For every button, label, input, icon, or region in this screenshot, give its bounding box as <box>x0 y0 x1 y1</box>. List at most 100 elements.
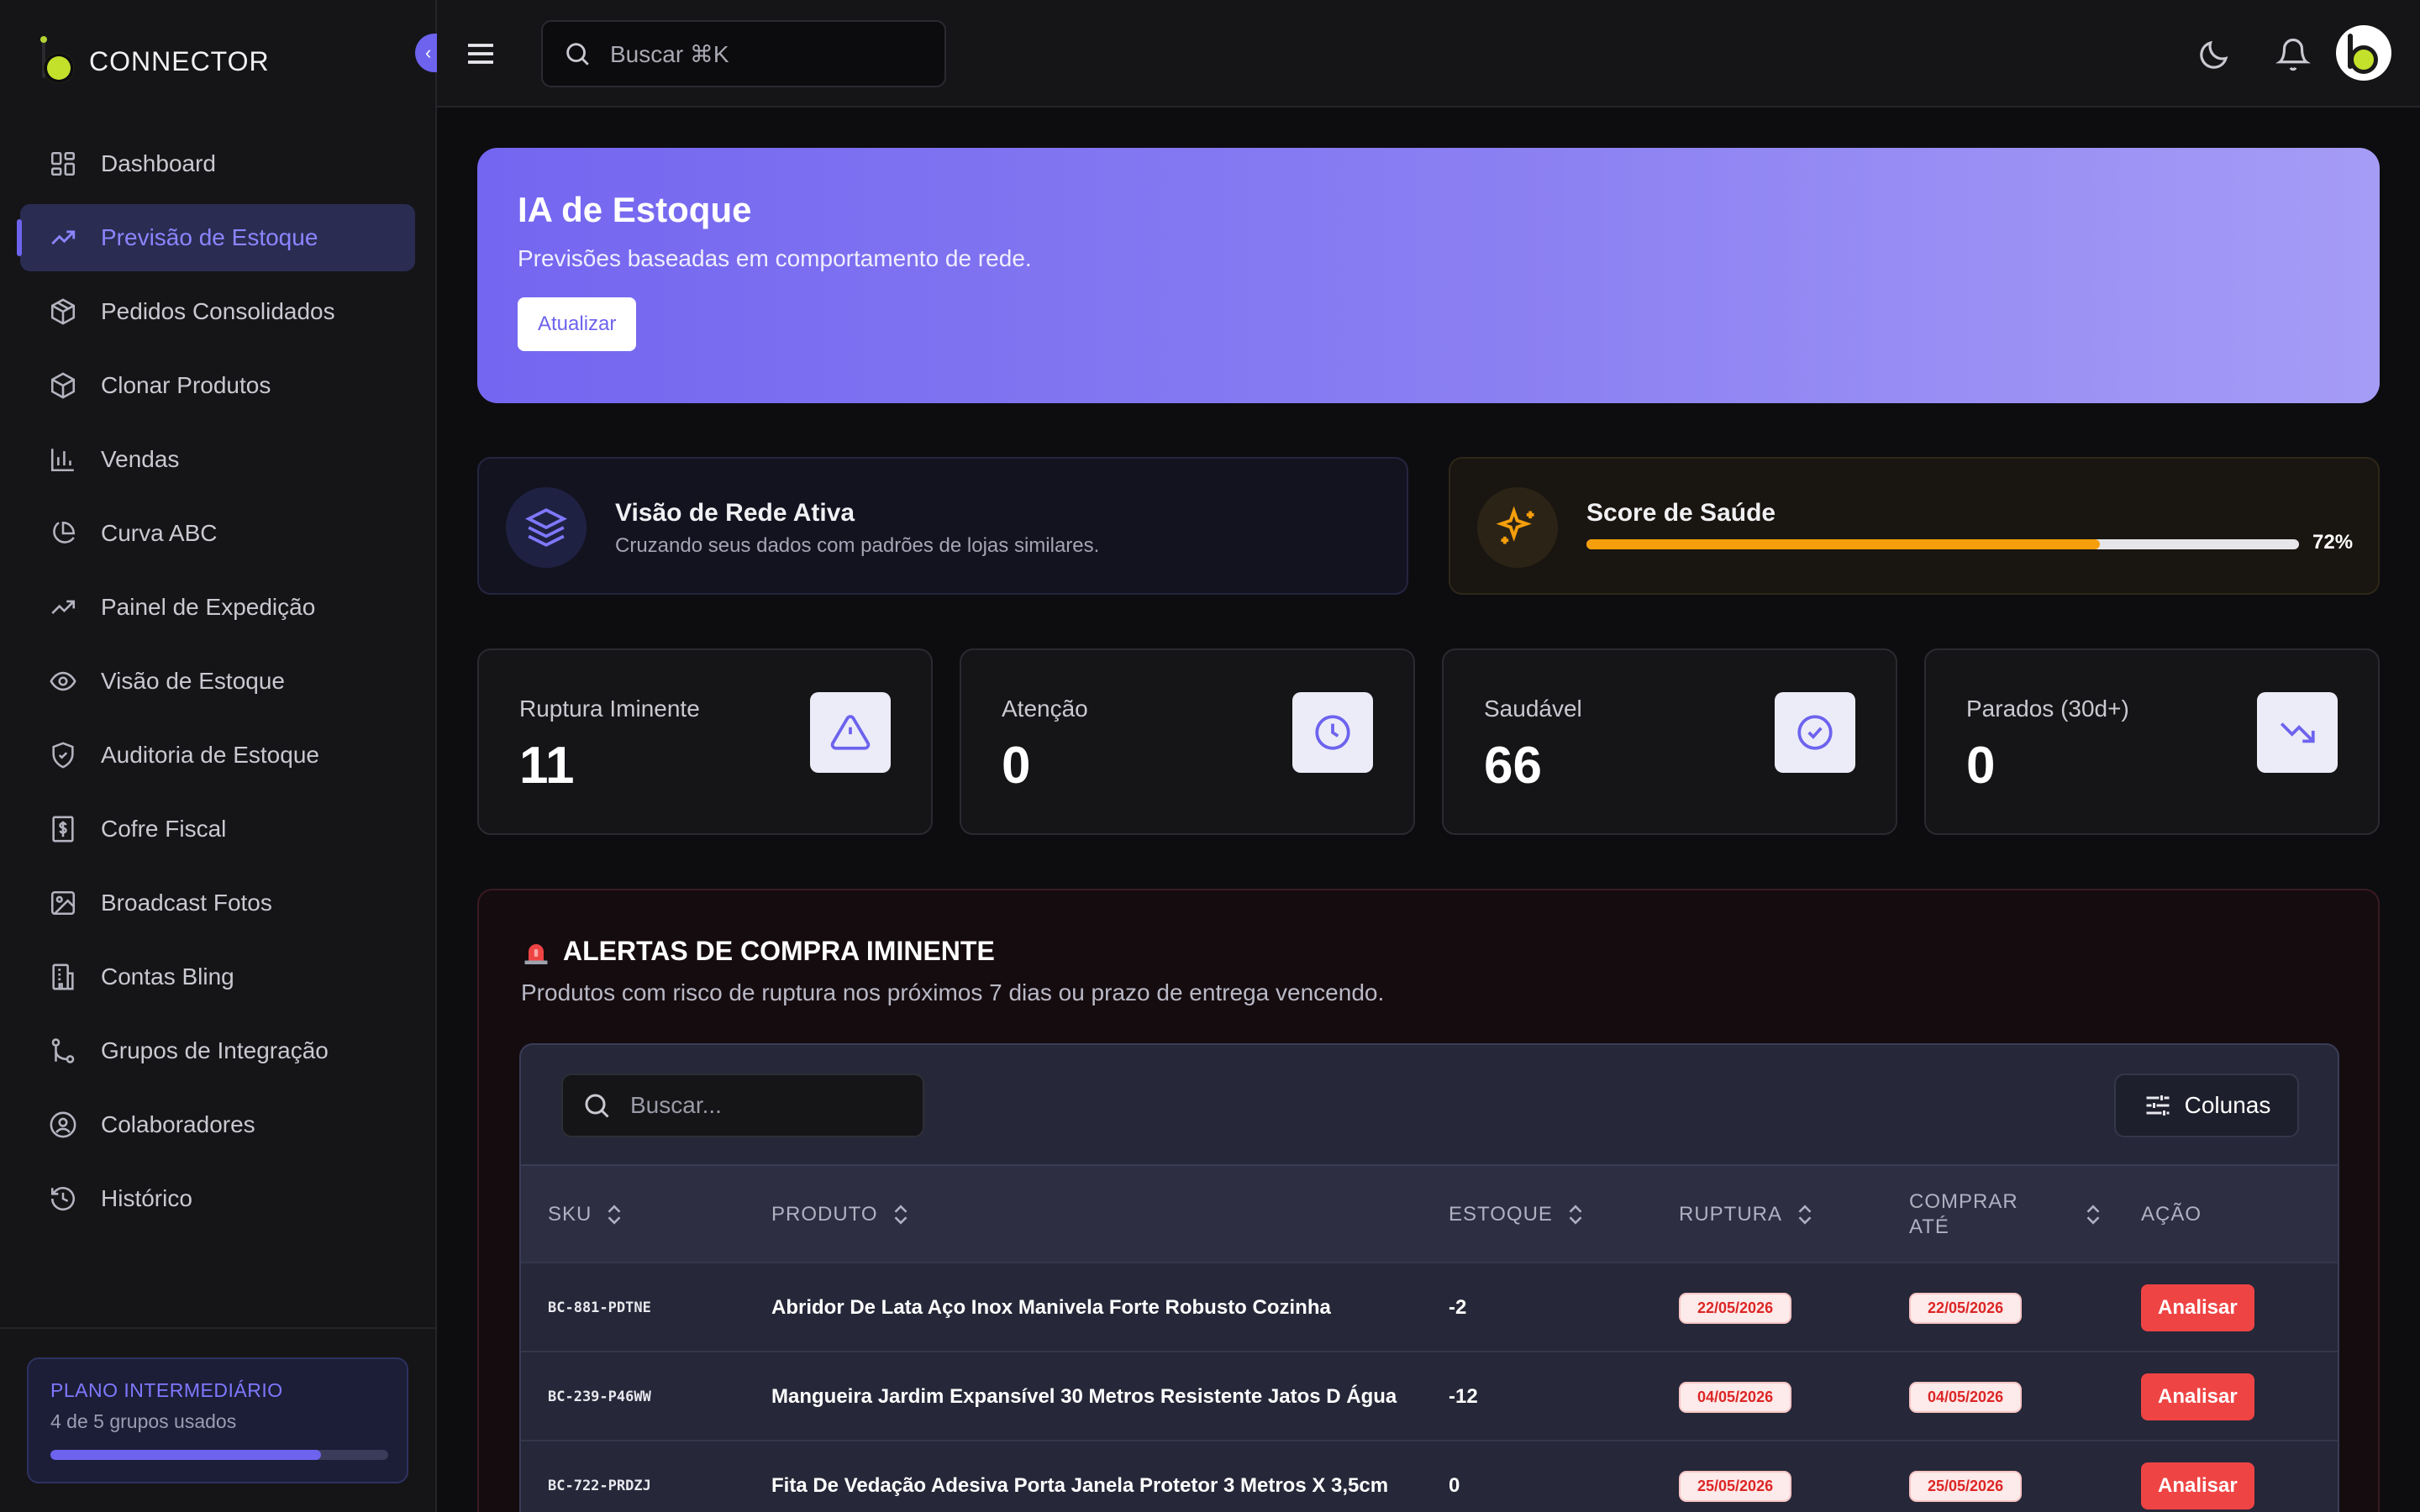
alerts-title-text: ALERTAS DE COMPRA IMINENTE <box>563 936 995 966</box>
stat-value: 0 <box>1966 737 1996 795</box>
column-header-ruptura[interactable]: RUPTURA <box>1679 1166 1814 1263</box>
buy-by-date-badge: 04/05/2026 <box>1909 1381 2023 1413</box>
table-row: BC-239-P46WW Mangueira Jardim Expansível… <box>521 1351 2338 1441</box>
cell-sku: BC-881-PDTNE <box>548 1299 651 1316</box>
column-header-label: RUPTURA <box>1679 1203 1783 1226</box>
rupture-date-badge: 04/05/2026 <box>1679 1381 1792 1413</box>
siren-icon <box>524 943 548 964</box>
sidebar-item-colaboradores[interactable]: Colaboradores <box>20 1091 415 1158</box>
layers-icon-wrap <box>506 487 587 568</box>
stat-value: 66 <box>1484 737 1542 795</box>
package-icon <box>50 298 76 325</box>
analyze-button[interactable]: Analisar <box>2141 1373 2254 1420</box>
network-title: Visão de Rede Ativa <box>615 499 855 527</box>
columns-button[interactable]: Colunas <box>2114 1074 2299 1137</box>
stat-label: Saudável <box>1484 696 1582 722</box>
sidebar-item-label: Previsão de Estoque <box>101 224 318 250</box>
alerts-table: Buscar... Colunas SKU PRODUTO ESTOQUE RU… <box>519 1043 2339 1512</box>
moon-icon[interactable] <box>2196 37 2232 72</box>
plan-usage: 4 de 5 grupos usados <box>50 1410 237 1432</box>
sidebar-item-label: Broadcast Fotos <box>101 890 272 916</box>
network-subtitle: Cruzando seus dados com padrões de lojas… <box>615 534 1100 557</box>
sidebar-item-label: Curva ABC <box>101 520 218 546</box>
sparkles-icon-wrap <box>1477 487 1558 568</box>
plan-progress-bar <box>50 1450 388 1460</box>
sidebar-item-auditoria-estoque[interactable]: Auditoria de Estoque <box>20 722 415 789</box>
bell-icon[interactable] <box>2275 37 2311 72</box>
cell-product: Fita De Vedação Adesiva Porta Janela Pro… <box>771 1474 1389 1497</box>
sort-icon <box>2086 1205 2100 1225</box>
sidebar-item-label: Contas Bling <box>101 963 234 990</box>
sidebar-item-label: Cofre Fiscal <box>101 816 227 842</box>
pie-chart-icon <box>53 521 76 543</box>
plan-progress-fill <box>50 1450 321 1460</box>
sidebar-item-clonar-produtos[interactable]: Clonar Produtos <box>20 352 415 419</box>
refresh-button[interactable]: Atualizar <box>518 297 637 351</box>
sidebar-item-painel-expedicao[interactable]: Painel de Expedição <box>20 574 415 641</box>
buy-by-date-badge: 25/05/2026 <box>1909 1470 2023 1502</box>
sidebar-item-dashboard[interactable]: Dashboard <box>20 130 415 197</box>
cell-sku: BC-722-PRDZJ <box>548 1478 651 1494</box>
sidebar-item-label: Vendas <box>101 446 180 472</box>
sidebar-item-vendas[interactable]: Vendas <box>20 426 415 493</box>
global-search[interactable]: Buscar ⌘K <box>541 20 946 87</box>
column-header-label: ESTOQUE <box>1449 1203 1553 1226</box>
table-row: BC-722-PRDZJ Fita De Vedação Adesiva Por… <box>521 1440 2338 1512</box>
cell-buy-by: 22/05/2026 <box>1909 1263 2023 1352</box>
cell-product: Mangueira Jardim Expansível 30 Metros Re… <box>771 1385 1397 1408</box>
sidebar-item-curva-abc[interactable]: Curva ABC <box>20 500 415 567</box>
sidebar-item-label: Dashboard <box>101 150 216 176</box>
stat-card-saudavel: Saudável 66 <box>1442 648 1897 835</box>
cell-buy-by: 25/05/2026 <box>1909 1441 2023 1512</box>
table-row: BC-881-PDTNE Abridor De Lata Aço Inox Ma… <box>521 1262 2338 1352</box>
health-percent: 72% <box>2312 531 2354 554</box>
sidebar-item-contas-bling[interactable]: Contas Bling <box>20 943 415 1011</box>
sidebar-item-visao-estoque[interactable]: Visão de Estoque <box>20 648 415 715</box>
stat-icon-wrap <box>2257 692 2338 773</box>
brand-logo[interactable]: CONNECTOR <box>39 24 270 99</box>
brand-name: CONNECTOR <box>89 45 270 76</box>
column-header-produto[interactable]: PRODUTO <box>771 1166 910 1263</box>
sidebar-divider <box>0 1327 437 1329</box>
cell-rupture: 22/05/2026 <box>1679 1263 1792 1352</box>
stat-label: Parados (30d+) <box>1966 696 2129 722</box>
shield-check-icon <box>52 742 74 769</box>
column-header-sku[interactable]: SKU <box>548 1166 623 1263</box>
table-search[interactable]: Buscar... <box>561 1074 924 1137</box>
alert-triangle-icon <box>830 715 871 750</box>
alerts-subtitle: Produtos com risco de ruptura nos próxim… <box>521 979 1385 1005</box>
rupture-date-badge: 25/05/2026 <box>1679 1470 1792 1502</box>
sidebar-item-broadcast-fotos[interactable]: Broadcast Fotos <box>20 869 415 937</box>
layers-icon <box>525 508 567 547</box>
sidebar-item-historico[interactable]: Histórico <box>20 1165 415 1232</box>
cell-rupture: 25/05/2026 <box>1679 1441 1792 1512</box>
sidebar-item-previsao-estoque[interactable]: Previsão de Estoque <box>17 204 415 271</box>
search-icon <box>585 1094 609 1118</box>
column-header-estoque[interactable]: ESTOQUE <box>1449 1166 1585 1263</box>
sidebar-item-pedidos-consolidados[interactable]: Pedidos Consolidados <box>20 278 415 345</box>
stat-value: 11 <box>519 737 575 795</box>
image-icon <box>50 890 76 916</box>
health-score-card: Score de Saúde 72% <box>1449 457 2380 595</box>
analyze-button[interactable]: Analisar <box>2141 1462 2254 1509</box>
cell-product: Abridor De Lata Aço Inox Manivela Forte … <box>771 1296 1331 1319</box>
cell-action: Analisar <box>2141 1352 2254 1441</box>
column-header-comprar-ate[interactable]: COMPRAR ATÉ <box>1909 1166 2102 1263</box>
stat-value: 0 <box>1002 737 1031 795</box>
sparkles-icon <box>1496 506 1534 544</box>
sidebar-item-cofre-fiscal[interactable]: Cofre Fiscal <box>20 795 415 863</box>
plan-card[interactable]: PLANO INTERMEDIÁRIO 4 de 5 grupos usados <box>27 1357 408 1483</box>
analyze-button[interactable]: Analisar <box>2141 1284 2254 1331</box>
plan-title: PLANO INTERMEDIÁRIO <box>50 1379 283 1401</box>
top-header: Buscar ⌘K <box>437 0 2420 108</box>
sidebar: CONNECTOR ‹ Dashboard Previsão de Estoqu… <box>0 0 444 1512</box>
receipt-icon <box>52 816 74 843</box>
box-icon <box>50 372 76 399</box>
menu-icon[interactable] <box>464 37 497 71</box>
stat-card-ruptura: Ruptura Iminente 11 <box>477 648 933 835</box>
health-progress-fill <box>1586 539 2100 549</box>
cell-stock: 0 <box>1449 1474 1460 1497</box>
sidebar-item-grupos-integracao[interactable]: Grupos de Integração <box>20 1017 415 1084</box>
user-avatar[interactable] <box>2336 25 2391 81</box>
hero-subtitle: Previsões baseadas em comportamento de r… <box>518 245 1032 271</box>
